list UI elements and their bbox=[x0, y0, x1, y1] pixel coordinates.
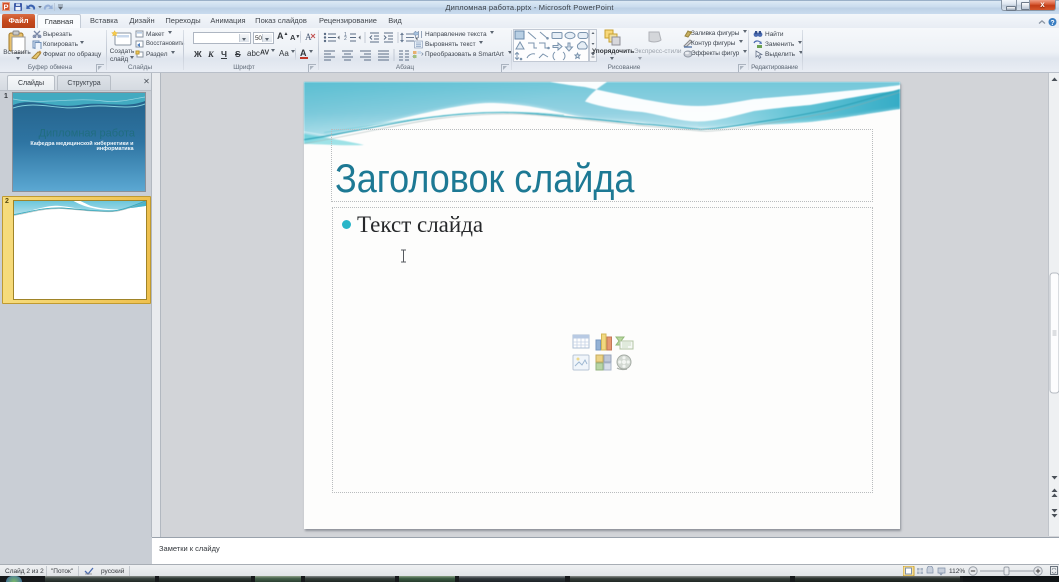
svg-text:?: ? bbox=[1050, 20, 1054, 27]
svg-text:2: 2 bbox=[344, 36, 347, 42]
svg-text:информатика: информатика bbox=[96, 145, 134, 152]
svg-text:Дипломная работа: Дипломная работа bbox=[39, 128, 136, 140]
svg-text:A: A bbox=[305, 32, 312, 42]
svg-text:P: P bbox=[3, 3, 8, 12]
